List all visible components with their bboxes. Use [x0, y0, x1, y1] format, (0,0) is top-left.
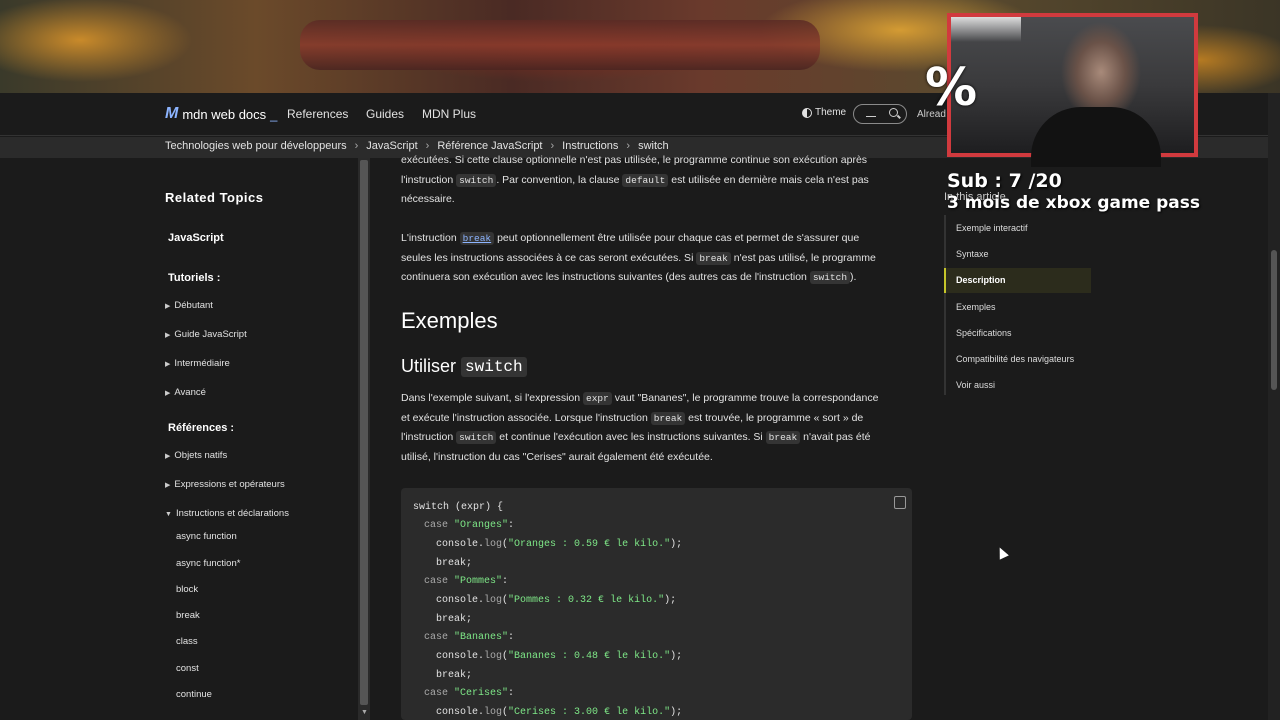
- sidebar-item-debutant[interactable]: ▶ Débutant: [165, 300, 213, 311]
- inline-code: break: [696, 251, 731, 265]
- toc-item-active[interactable]: Description: [944, 268, 1091, 293]
- breadcrumb-item[interactable]: Technologies web pour développeurs: [165, 140, 347, 152]
- theme-button[interactable]: Theme: [802, 107, 846, 118]
- sidebar-item-avance[interactable]: ▶ Avancé: [165, 387, 206, 398]
- sidebar-item-objets-natifs[interactable]: ▶ Objets natifs: [165, 450, 227, 461]
- sidebar-subitem[interactable]: continue: [176, 689, 212, 700]
- promo-text-overlay: 3 mois de xbox game pass: [947, 193, 1200, 213]
- inline-code: switch: [456, 173, 497, 187]
- caret-right-icon: ▶: [165, 390, 171, 397]
- theme-label: Theme: [815, 107, 847, 118]
- theme-icon: [802, 107, 812, 118]
- paragraph: exécutées. Si cette clause optionnelle n…: [401, 154, 869, 205]
- code-line: console.log("Cerises : 3.00 € le kilo.")…: [436, 707, 683, 718]
- inline-code: break: [765, 431, 801, 444]
- toc-item[interactable]: Exemple interactif: [956, 223, 1028, 233]
- sidebar-scrollbar[interactable]: ▼: [358, 158, 370, 720]
- code-line: switch (expr) {: [413, 502, 504, 513]
- percent-logo-overlay: %: [925, 58, 978, 118]
- sidebar-subitem[interactable]: async function: [176, 531, 237, 542]
- sidebar-item-guide-javascript[interactable]: ▶ Guide JavaScript: [165, 329, 247, 340]
- sidebar-subitem[interactable]: block: [176, 584, 198, 595]
- caret-down-icon: ▼: [165, 511, 172, 518]
- code-line: case "Cerises":: [424, 688, 515, 699]
- search-icon: [889, 108, 898, 117]
- search-button[interactable]: [853, 104, 907, 124]
- paragraph: L'instruction break peut optionnellement…: [401, 232, 876, 284]
- sidebar-item-instructions[interactable]: ▼ Instructions et déclarations: [165, 508, 289, 519]
- toc-item[interactable]: Compatibilité des navigateurs: [956, 354, 1074, 364]
- logo-text: mdn web docs: [182, 106, 267, 122]
- sidebar-subitem[interactable]: async function*: [176, 558, 240, 569]
- toc-item[interactable]: Exemples: [956, 302, 996, 312]
- sidebar-title: Related Topics: [165, 190, 264, 205]
- sidebar-heading-references: Références :: [168, 422, 235, 434]
- sidebar-item-intermediaire[interactable]: ▶ Intermédiaire: [165, 358, 230, 369]
- nav-link-mdn-plus[interactable]: MDN Plus: [422, 107, 476, 121]
- inline-code: break: [650, 411, 686, 425]
- webcam-overlay: [947, 13, 1198, 167]
- caret-right-icon: ▶: [165, 303, 171, 310]
- code-line: console.log("Pommes : 0.32 € le kilo.");: [436, 595, 677, 606]
- inline-code: expr: [583, 392, 612, 405]
- caret-right-icon: ▶: [165, 332, 171, 339]
- mdn-logo[interactable]: M mdn web docs _: [165, 105, 277, 123]
- sidebar-subitem[interactable]: break: [176, 610, 200, 621]
- sidebar-subitem[interactable]: const: [176, 663, 199, 674]
- caret-right-icon: ▶: [165, 361, 171, 368]
- nav-link-guides[interactable]: Guides: [366, 107, 404, 121]
- caret-right-icon: ▶: [165, 453, 171, 460]
- toc-item[interactable]: Voir aussi: [956, 380, 995, 390]
- inline-code: switch: [809, 271, 851, 284]
- code-line: case "Oranges":: [424, 520, 515, 531]
- toc-item[interactable]: Syntaxe: [956, 249, 989, 259]
- code-line: break;: [436, 614, 473, 625]
- code-line: case "Bananes":: [424, 632, 515, 643]
- page-scrollbar[interactable]: [1268, 93, 1280, 720]
- inline-code: default: [622, 173, 669, 187]
- heading-exemples: Exemples: [401, 308, 498, 333]
- sub-counter-overlay: Sub : 7 /20: [947, 170, 1062, 192]
- code-line: break;: [436, 670, 473, 681]
- copy-icon[interactable]: [894, 496, 906, 509]
- inline-code: switch: [456, 431, 497, 444]
- paragraph: Dans l'exemple suivant, si l'expression …: [401, 392, 879, 463]
- mouse-cursor-icon: [995, 545, 1009, 560]
- break-link[interactable]: break: [459, 232, 495, 245]
- caret-right-icon: ▶: [165, 482, 171, 489]
- mdn-m-icon: M: [165, 105, 179, 122]
- nav-link-references[interactable]: References: [287, 107, 348, 121]
- code-line: console.log("Bananes : 0.48 € le kilo.")…: [436, 651, 683, 662]
- sidebar-link-javascript[interactable]: JavaScript: [168, 232, 224, 244]
- sidebar-subitem[interactable]: class: [176, 636, 198, 647]
- sidebar-heading-tutoriels: Tutoriels :: [168, 272, 221, 284]
- code-line: case "Pommes":: [424, 576, 509, 587]
- heading-utiliser-switch: Utiliser switch: [401, 356, 527, 377]
- toc-item[interactable]: Spécifications: [956, 328, 1012, 338]
- code-line: break;: [436, 558, 473, 569]
- code-line: console.log("Oranges : 0.59 € le kilo.")…: [436, 539, 683, 550]
- sidebar-item-expressions[interactable]: ▶ Expressions et opérateurs: [165, 479, 285, 490]
